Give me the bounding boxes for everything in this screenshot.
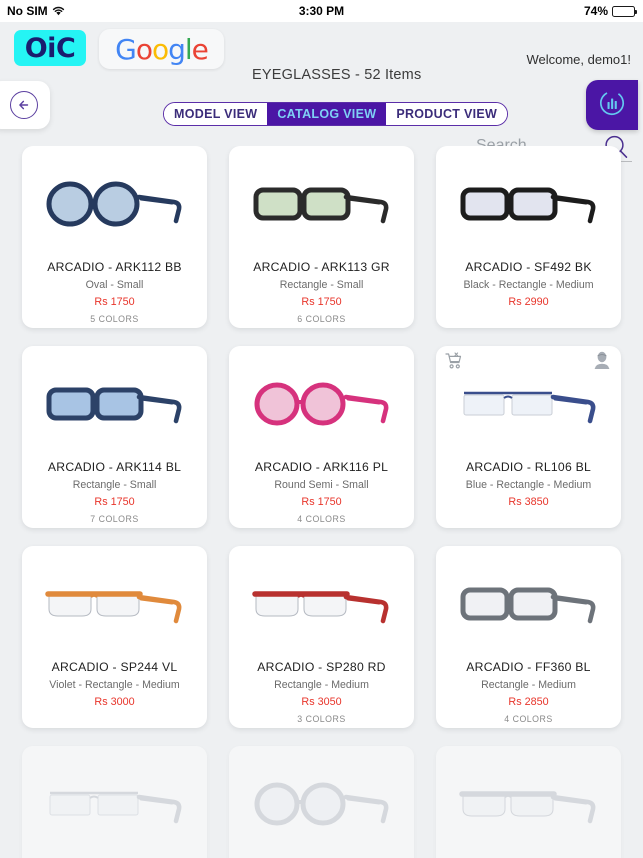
back-button[interactable] [0, 81, 50, 129]
product-name: ARCADIO - SF492 BK [465, 260, 592, 274]
product-card[interactable]: ARCADIO - ARK116 PL Round Semi - Small Rs … [229, 346, 414, 528]
product-description: Oval - Small [85, 279, 144, 291]
status-bar-right: 74% [583, 4, 637, 18]
product-image [22, 546, 207, 658]
product-image [436, 546, 621, 658]
product-image [229, 146, 414, 258]
product-description: Rectangle - Medium [481, 679, 576, 691]
product-card[interactable]: ARCADIO - RL106 BL Blue - Rectangle - Med… [436, 346, 621, 528]
product-price: Rs 3050 [301, 696, 342, 708]
google-logo[interactable]: Google [99, 29, 224, 69]
view-mode-tabs[interactable]: MODEL VIEW CATALOG VIEW PRODUCT VIEW [163, 102, 509, 126]
google-logo-letter-5: l [184, 32, 193, 66]
product-card[interactable]: ARCADIO - SF492 BK Black - Rectangle - Me… [436, 146, 621, 328]
product-name: ARCADIO - SP244 VL [51, 660, 178, 674]
product-card[interactable]: ARCADIO - ARK113 GR Rectangle - Small Rs 1… [229, 146, 414, 328]
product-color-count: 6 COLORS [297, 314, 346, 324]
product-card[interactable]: ARCADIO - FF360 BL Rectangle - Medium Rs 2… [436, 546, 621, 728]
product-card[interactable]: ARCADIO - ARK114 BL Rectangle - Small Rs 1… [22, 346, 207, 528]
google-logo-letter-2: o [135, 32, 153, 66]
bar-chart-circle-icon [598, 89, 626, 122]
tab-catalog-view[interactable]: CATALOG VIEW [267, 103, 387, 125]
product-image [229, 346, 414, 458]
analytics-button[interactable] [586, 80, 638, 130]
product-grid: ARCADIO - ARK112 BB Oval - Small Rs 1750 5 … [0, 146, 643, 858]
welcome-message: Welcome, demo1! [526, 52, 631, 67]
product-price: Rs 1750 [94, 496, 135, 508]
product-price: Rs 2990 [508, 296, 549, 308]
product-image [229, 546, 414, 658]
product-card[interactable]: ARCADIO - SP280 RD Rectangle - Medium Rs 3… [229, 546, 414, 728]
product-card[interactable]: ARCADIO - ARK112 BB Oval - Small Rs 1750 5 … [22, 146, 207, 328]
product-price: Rs 1750 [301, 296, 342, 308]
back-arrow-icon [10, 91, 38, 119]
product-image [22, 146, 207, 258]
product-price: Rs 1750 [94, 296, 135, 308]
product-color-count: 3 COLORS [297, 714, 346, 724]
product-description: Rectangle - Small [72, 479, 157, 491]
product-card[interactable]: ARCADIO - SP244 VL Violet - Rectangle - M… [22, 546, 207, 728]
tab-model-view[interactable]: MODEL VIEW [164, 103, 268, 125]
product-name: ARCADIO - ARK116 PL [254, 460, 389, 474]
person-avatar-icon[interactable] [593, 351, 611, 375]
product-image [436, 746, 621, 858]
shopping-cart-icon[interactable] [445, 352, 463, 375]
product-name: ARCADIO - ARK113 GR [253, 260, 390, 274]
product-price: Rs 3850 [508, 496, 549, 508]
product-description: Rectangle - Small [279, 279, 364, 291]
product-price: Rs 3000 [94, 696, 135, 708]
app-header: OiC Google EYEGLASSES - 52 Items Welcome… [0, 22, 643, 162]
battery-percent-label: 74% [583, 4, 608, 18]
product-description: Blue - Rectangle - Medium [465, 479, 592, 491]
product-card[interactable] [436, 746, 621, 858]
battery-icon [612, 5, 637, 17]
product-color-count: 5 COLORS [90, 314, 139, 324]
product-price: Rs 2850 [508, 696, 549, 708]
product-card[interactable] [229, 746, 414, 858]
product-image [22, 346, 207, 458]
product-description: Black - Rectangle - Medium [463, 279, 594, 291]
google-logo-letter-4: g [168, 32, 186, 66]
product-card[interactable] [22, 746, 207, 858]
google-logo-letter-3: o [151, 32, 169, 66]
google-logo-letter-6: e [191, 32, 209, 66]
product-color-count: 4 COLORS [297, 514, 346, 524]
google-logo-letter-1: G [115, 32, 137, 66]
product-name: ARCADIO - RL106 BL [465, 460, 592, 474]
app-screen: No SIM 3:30 PM 74% OiC Google EYEGLASSES… [0, 0, 643, 858]
product-name: ARCADIO - ARK114 BL [47, 460, 182, 474]
oic-logo-text: OiC [24, 32, 76, 64]
product-image [436, 146, 621, 258]
tab-product-view[interactable]: PRODUCT VIEW [386, 103, 508, 125]
oic-logo[interactable]: OiC [14, 30, 86, 66]
status-bar: No SIM 3:30 PM 74% [0, 0, 643, 22]
product-description: Round Semi - Small [274, 479, 369, 491]
product-image [229, 746, 414, 858]
category-title: EYEGLASSES - 52 Items [252, 67, 422, 83]
product-color-count: 4 COLORS [504, 714, 553, 724]
product-price: Rs 1750 [301, 496, 342, 508]
product-description: Rectangle - Medium [274, 679, 369, 691]
product-name: ARCADIO - ARK112 BB [47, 260, 182, 274]
product-description: Violet - Rectangle - Medium [49, 679, 180, 691]
product-name: ARCADIO - FF360 BL [466, 660, 591, 674]
status-bar-time: 3:30 PM [298, 4, 345, 18]
product-image [22, 746, 207, 858]
product-color-count: 7 COLORS [90, 514, 139, 524]
product-name: ARCADIO - SP280 RD [257, 660, 386, 674]
